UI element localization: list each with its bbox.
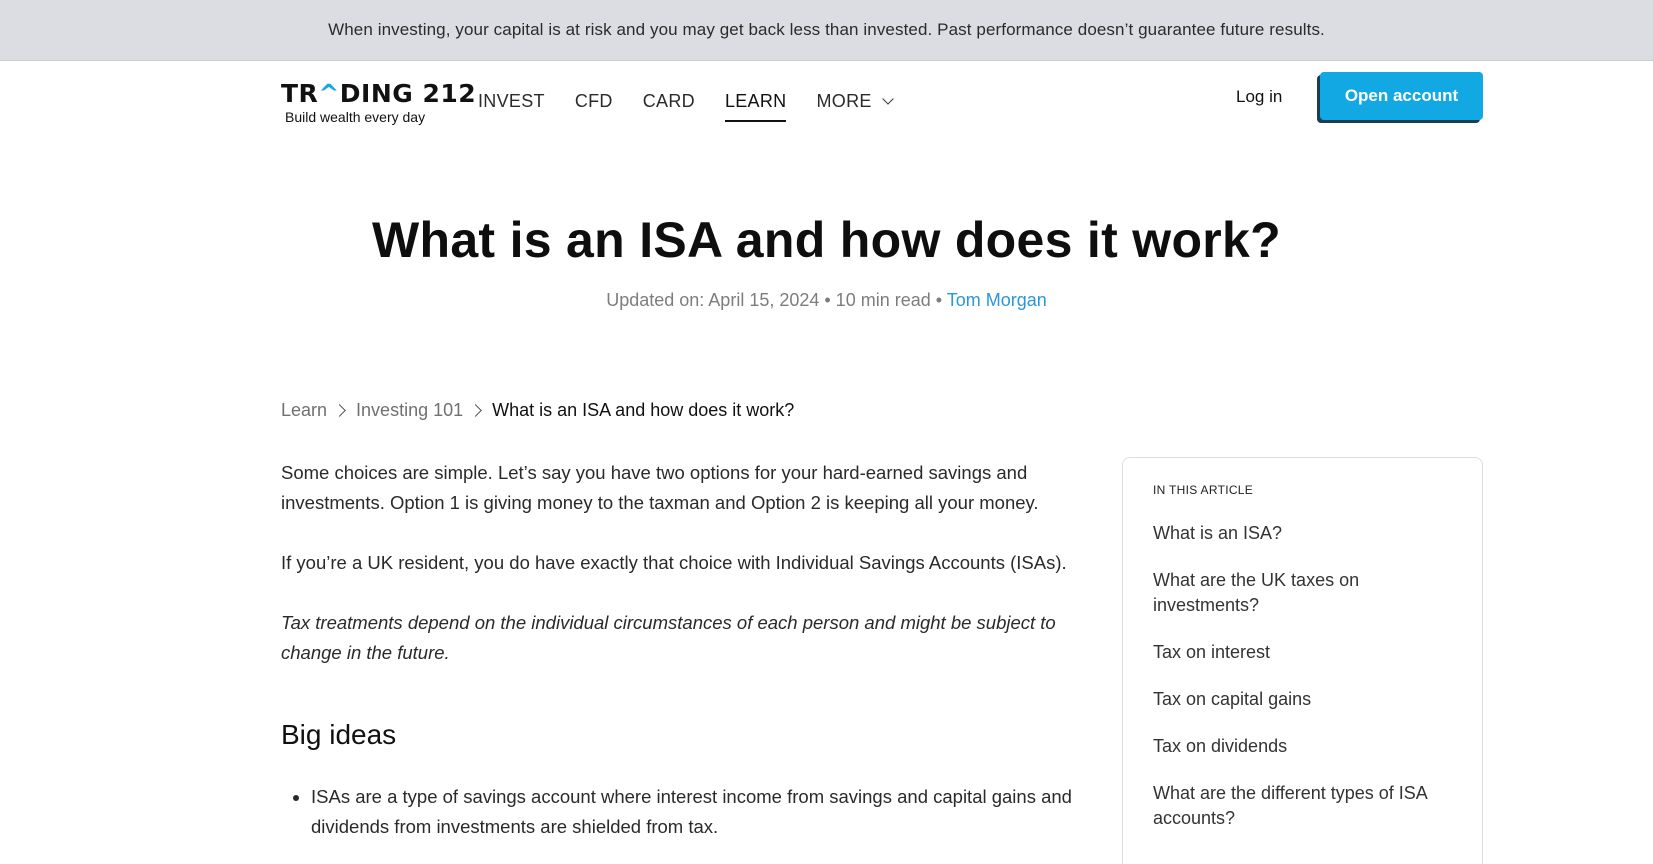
table-of-contents: IN THIS ARTICLE What is an ISA? What are… — [1122, 457, 1483, 864]
toc-heading: IN THIS ARTICLE — [1153, 483, 1254, 497]
toc-link[interactable]: Tax on interest — [1153, 640, 1452, 665]
breadcrumb-investing-101[interactable]: Investing 101 — [356, 400, 463, 421]
toc-link[interactable]: What are the different types of ISA acco… — [1153, 781, 1452, 831]
breadcrumb-learn[interactable]: Learn — [281, 400, 327, 421]
trading212-logo[interactable]: TR^DING 212 Build wealth every day — [281, 79, 477, 129]
nav-learn[interactable]: LEARN — [724, 87, 787, 122]
article-updated-info: Updated on: April 15, 2024 • 10 min read… — [606, 290, 947, 310]
toc-link[interactable]: What are the UK taxes on investments? — [1153, 568, 1452, 618]
author-link[interactable]: Tom Morgan — [947, 290, 1047, 310]
section-heading-big-ideas: Big ideas — [281, 719, 397, 750]
article-paragraph: If you’re a UK resident, you do have exa… — [281, 552, 1067, 573]
tax-disclaimer-paragraph: Tax treatments depend on the individual … — [281, 612, 1056, 663]
nav-more-label: MORE — [816, 90, 872, 111]
nav-cfd[interactable]: CFD — [575, 87, 613, 116]
logo-caret: ^ — [318, 79, 340, 108]
risk-warning-text: When investing, your capital is at risk … — [328, 20, 1325, 39]
top-navigation: TR^DING 212 Build wealth every day INVES… — [0, 61, 1653, 141]
nav-card[interactable]: CARD — [643, 87, 695, 116]
article-body: Some choices are simple. Let’s say you h… — [281, 458, 1081, 852]
article-paragraph: Some choices are simple. Let’s say you h… — [281, 462, 1039, 513]
open-account-button[interactable]: Open account — [1320, 72, 1483, 120]
risk-warning-banner: When investing, your capital is at risk … — [0, 0, 1653, 61]
main-nav: INVEST CFD CARD LEARN MORE — [478, 61, 922, 141]
breadcrumb-chevron-icon — [469, 404, 482, 417]
breadcrumb-chevron-icon — [333, 404, 346, 417]
list-item: ISAs are a type of savings account where… — [311, 782, 1081, 842]
page-title: What is an ISA and how does it work? — [371, 212, 1282, 268]
logo-wordmark: TR^DING 212 — [281, 79, 477, 108]
nav-more[interactable]: MORE — [816, 87, 894, 116]
breadcrumb: Learn Investing 101 What is an ISA and h… — [281, 400, 794, 421]
toc-link[interactable]: What is an ISA? — [1153, 521, 1452, 546]
toc-link[interactable]: Tax on dividends — [1153, 734, 1452, 759]
nav-invest[interactable]: INVEST — [478, 87, 545, 116]
breadcrumb-current-page: What is an ISA and how does it work? — [492, 400, 795, 420]
article-meta: Updated on: April 15, 2024 • 10 min read… — [0, 290, 1653, 311]
big-ideas-list: ISAs are a type of savings account where… — [281, 782, 1081, 842]
logo-tagline: Build wealth every day — [285, 109, 426, 125]
login-link[interactable]: Log in — [1236, 87, 1282, 107]
toc-link[interactable]: Tax on capital gains — [1153, 687, 1452, 712]
chevron-down-icon — [882, 92, 894, 105]
